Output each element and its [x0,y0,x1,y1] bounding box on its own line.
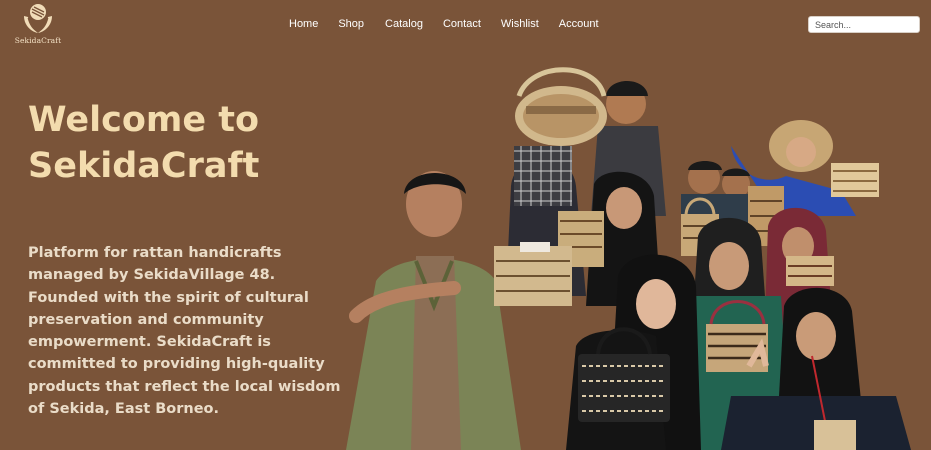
person-long-hair [566,254,701,450]
hero-group-photo [346,67,911,450]
nav-home[interactable]: Home [289,18,318,30]
nav-contact[interactable]: Contact [443,18,481,30]
hero-description: Platform for rattan handicrafts managed … [28,245,341,418]
search-input[interactable] [808,16,920,33]
hero-title: Welcome to SekidaCraft [28,97,358,189]
page: SekidaCraft Home Shop Catalog Contact Wi… [0,0,931,450]
nav-wishlist[interactable]: Wishlist [501,18,539,30]
brand-logo[interactable]: SekidaCraft [14,2,62,46]
nav-catalog[interactable]: Catalog [385,18,423,30]
main-nav: Home Shop Catalog Contact Wishlist Accou… [289,18,599,30]
nav-shop[interactable]: Shop [338,18,364,30]
rattan-basket-top [515,67,607,146]
rattan-hands-logo-icon [24,4,52,33]
brand-name: SekidaCraft [14,36,62,45]
hero-title-line1: Welcome to [28,100,260,140]
hero-title-line2: SekidaCraft [28,146,260,186]
nav-account[interactable]: Account [559,18,599,30]
